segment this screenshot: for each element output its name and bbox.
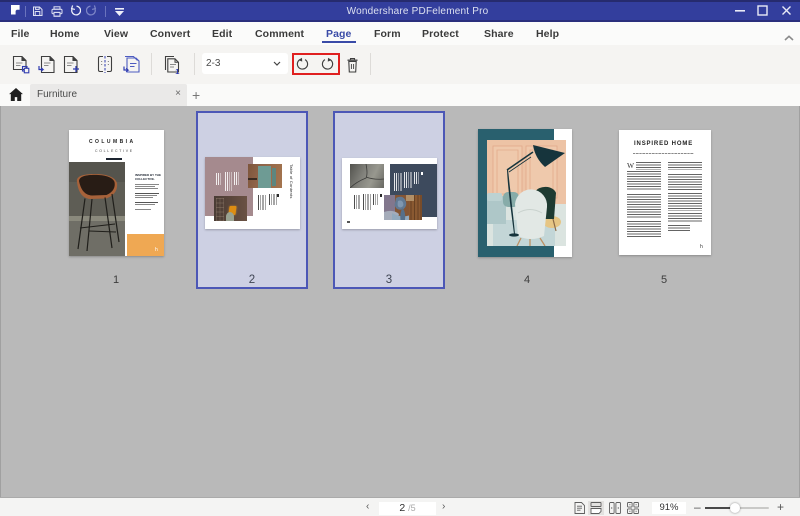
svg-text:1: 1 bbox=[175, 67, 179, 74]
